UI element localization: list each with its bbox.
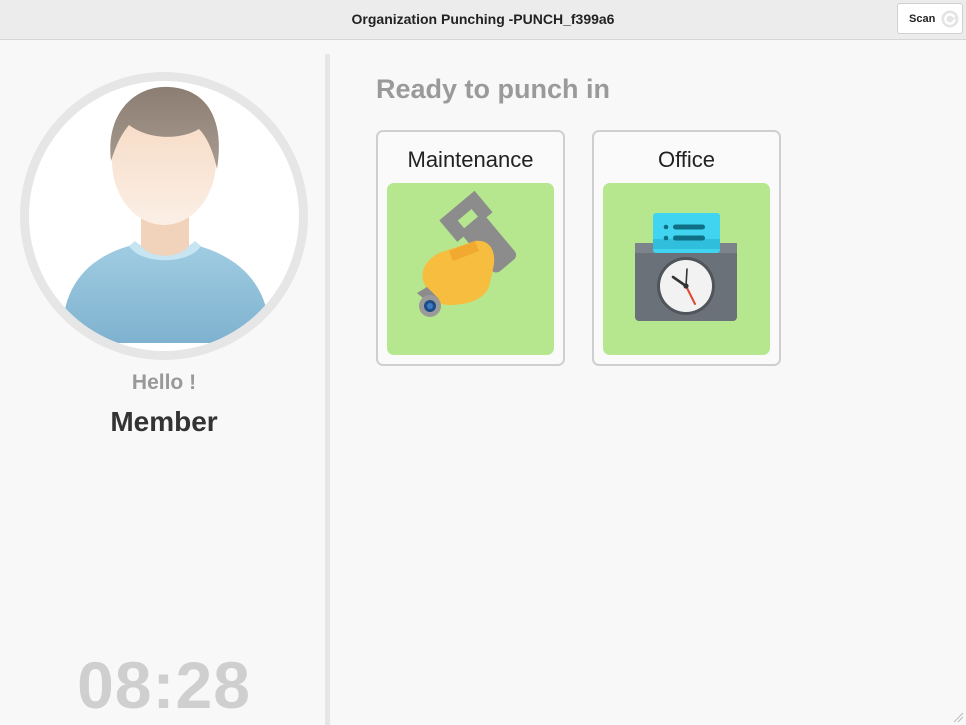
- user-avatar-icon: [62, 86, 270, 343]
- punch-option-office[interactable]: Office: [592, 130, 781, 366]
- option-label: Office: [657, 147, 716, 172]
- time-clock-icon: [635, 213, 737, 321]
- title-bar: Organization Punching -PUNCH_f399a6 Scan: [0, 0, 966, 40]
- wrench-hand-icon: [417, 190, 517, 317]
- refresh-icon: [941, 10, 959, 28]
- avatar: [20, 72, 308, 360]
- option-tile: [603, 183, 770, 355]
- option-tile: [387, 183, 554, 355]
- scan-button[interactable]: Scan: [897, 3, 963, 34]
- option-label: Maintenance: [407, 147, 534, 172]
- scan-button-label: Scan: [909, 12, 936, 25]
- greeting-text: Hello !: [131, 371, 197, 394]
- member-name: Member: [110, 406, 218, 437]
- resize-grip-icon[interactable]: [952, 711, 964, 723]
- window-title: Organization Punching -PUNCH_f399a6: [351, 11, 615, 27]
- page-title: Ready to punch in: [376, 74, 611, 104]
- punch-option-maintenance[interactable]: Maintenance: [376, 130, 565, 366]
- clock-display: 08:28: [77, 648, 251, 722]
